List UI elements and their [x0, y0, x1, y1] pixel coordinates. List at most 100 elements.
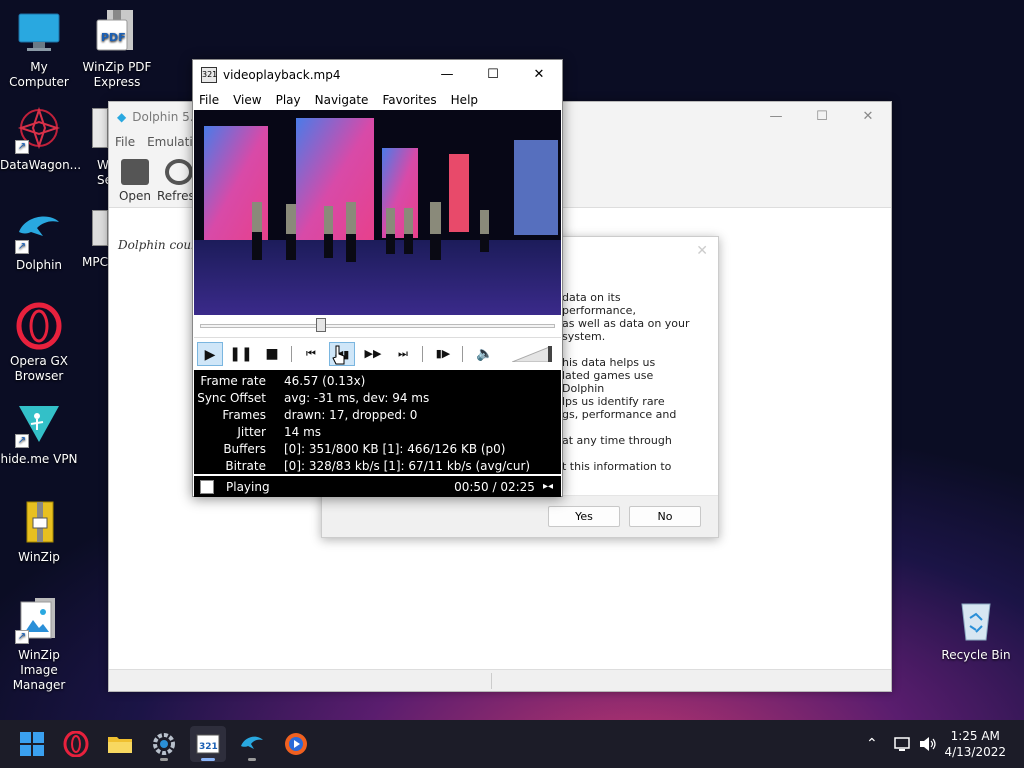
stat-row: Sync Offset avg: -31 ms, dev: 94 ms — [194, 390, 561, 407]
dialog-line: his data helps us — [562, 356, 656, 369]
running-indicator — [201, 758, 215, 761]
taskbar-settings[interactable] — [146, 726, 182, 762]
desktop-icon-datawagon[interactable]: ↗ DataWagon... — [0, 106, 81, 173]
menu-help[interactable]: Help — [451, 93, 478, 107]
stat-key: Buffers — [223, 442, 266, 456]
playback-status: Playing — [226, 479, 270, 494]
maximize-button[interactable]: ☐ — [799, 102, 845, 132]
playback-time: 00:50 / 02:25 — [454, 479, 535, 494]
start-button[interactable] — [14, 726, 50, 762]
desktop-icon-label: WinZip PDF Express — [82, 60, 152, 89]
dialog-line: gs, performance and — [562, 408, 677, 421]
media-player-window[interactable]: 321 videoplayback.mp4 — ☐ ✕ File View Pl… — [192, 59, 563, 497]
stat-row: Buffers [0]: 351/800 KB [1]: 466/126 KB (… — [194, 441, 561, 458]
statistics-panel: Frame rate 46.57 (0.13x) Sync Offset avg: … — [194, 370, 561, 474]
open-icon — [121, 159, 149, 185]
desktop-icon-partial-1[interactable] — [92, 108, 108, 148]
dialog-line: at any time through — [562, 434, 672, 447]
yes-button[interactable]: Yes — [548, 506, 620, 527]
menu-file[interactable]: File — [199, 93, 219, 107]
desktop-icon-winzip[interactable]: WinZip — [0, 498, 78, 565]
stop-icon: ■ — [265, 346, 279, 362]
stat-value: [0]: 351/800 KB [1]: 466/126 KB (p0) — [284, 442, 506, 456]
clock-time: 1:25 AM — [950, 729, 1000, 743]
volume-icon[interactable] — [919, 720, 937, 768]
refresh-icon — [165, 159, 193, 185]
maximize-button[interactable]: ☐ — [470, 60, 516, 90]
minimize-button[interactable]: — — [753, 102, 799, 132]
taskbar-opera[interactable] — [58, 726, 94, 762]
shortcut-arrow-icon: ↗ — [15, 434, 29, 448]
previous-button[interactable]: ⏮ — [298, 342, 324, 366]
desktop-icon-hideme-vpn[interactable]: ↗ hide.me VPN — [0, 400, 78, 467]
stat-row: Jitter 14 ms — [194, 424, 561, 441]
stat-value: [0]: 328/83 kb/s [1]: 67/11 kb/s (avg/cu… — [284, 459, 531, 473]
volume-slider[interactable] — [511, 345, 553, 363]
next-button[interactable]: ⏭ — [390, 342, 416, 366]
frame-step-button[interactable]: ▮▶ — [430, 342, 456, 366]
desktop-icon-opera-gx[interactable]: Opera GX Browser — [0, 302, 78, 384]
pause-button[interactable]: ❚❚ — [228, 342, 254, 366]
dolphin-statusbar — [109, 669, 891, 691]
desktop-icon-my-computer[interactable]: My Computer — [0, 8, 78, 90]
seek-bar[interactable] — [194, 315, 561, 337]
frame-step-icon: ▮▶ — [435, 347, 451, 360]
taskbar-mpc[interactable]: 321 — [190, 726, 226, 762]
dialog-line: as well as data on your — [562, 317, 690, 330]
desktop-icon-mpc-partial[interactable] — [92, 210, 108, 246]
desktop-icon-winzip-image-manager[interactable]: ↗ WinZip Image Manager — [0, 596, 78, 693]
desktop-icon-recycle-bin[interactable]: Recycle Bin — [936, 596, 1016, 663]
menu-view[interactable]: View — [233, 93, 261, 107]
desktop-icon-dolphin[interactable]: ↗ Dolphin — [0, 206, 78, 273]
close-button[interactable]: ✕ — [516, 60, 562, 90]
system-clock[interactable]: 1:25 AM 4/13/2022 — [944, 728, 1006, 760]
taskbar-file-explorer[interactable] — [102, 726, 138, 762]
dialog-footer: Yes No — [322, 495, 718, 537]
stat-row: Bitrate [0]: 328/83 kb/s [1]: 67/11 kb/s … — [194, 458, 561, 475]
video-frame[interactable] — [194, 110, 561, 315]
datawagon-icon: ↗ — [15, 106, 63, 154]
fast-forward-button[interactable]: ▶▶ — [360, 342, 386, 366]
taskbar: 321 ⌃ 1:25 AM 4/13/2022 — [0, 720, 1024, 768]
taskbar-media-player[interactable] — [278, 726, 314, 762]
svg-text:321: 321 — [199, 742, 218, 752]
open-label: Open — [118, 189, 152, 203]
opera-icon — [63, 731, 89, 757]
menu-navigate[interactable]: Navigate — [315, 93, 369, 107]
volume-icon: 🔈 — [476, 346, 494, 362]
mpc-app-icon: 321 — [201, 67, 217, 83]
dialog-close-icon[interactable]: ✕ — [696, 243, 708, 259]
menu-favorites[interactable]: Favorites — [382, 93, 436, 107]
tray-chevron-icon[interactable]: ⌃ — [866, 720, 878, 768]
clock-date: 4/13/2022 — [944, 745, 1006, 759]
file-explorer-icon — [108, 737, 132, 753]
settings-icon — [153, 733, 175, 755]
recycle-bin-icon — [952, 596, 1000, 644]
running-indicator — [160, 758, 168, 761]
desktop-icon-winzip-pdf[interactable]: PDF WinZip PDF Express — [78, 8, 156, 90]
skip-forward-icon: ⏭ — [398, 347, 408, 360]
winzip-icon — [15, 498, 63, 546]
open-button[interactable]: Open — [113, 159, 157, 207]
menu-play[interactable]: Play — [276, 93, 301, 107]
close-button[interactable]: ✕ — [845, 102, 891, 132]
play-button[interactable]: ▶ — [197, 342, 223, 366]
network-icon[interactable] — [894, 720, 912, 768]
desktop-icon-partial-label-3: MPC — [82, 255, 108, 269]
stop-button[interactable]: ■ — [259, 342, 285, 366]
mpc-menubar: File View Play Navigate Favorites Help — [193, 90, 562, 110]
image-manager-icon: ↗ — [15, 596, 63, 644]
stat-value: avg: -31 ms, dev: 94 ms — [284, 391, 430, 405]
dialog-line: data on its performance, — [562, 291, 636, 317]
minimize-button[interactable]: — — [424, 60, 470, 90]
skip-back-icon: ⏮ — [306, 347, 316, 360]
no-button[interactable]: No — [629, 506, 701, 527]
taskbar-dolphin[interactable] — [234, 726, 270, 762]
seek-thumb[interactable] — [315, 318, 326, 332]
shortcut-arrow-icon: ↗ — [15, 140, 29, 154]
stat-key: Frames — [222, 408, 266, 422]
audio-indicator-icon: ▸◂ — [542, 481, 553, 492]
menu-file[interactable]: File — [115, 135, 135, 149]
desktop-icon-label: My Computer — [9, 60, 69, 89]
mute-button[interactable]: 🔈 — [472, 342, 498, 366]
